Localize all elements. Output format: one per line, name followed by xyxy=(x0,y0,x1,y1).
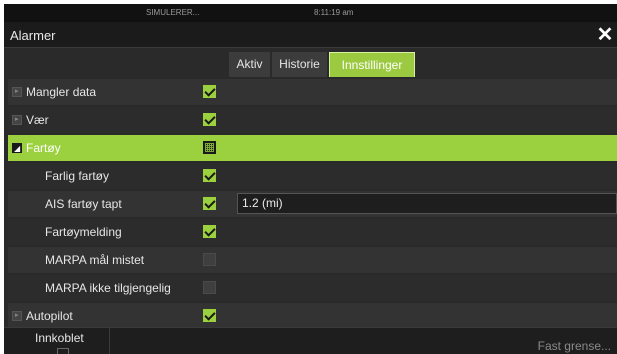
title-bar: Alarmer ✕ xyxy=(4,22,617,48)
collapse-arrow-icon[interactable]: ◢ xyxy=(12,143,22,153)
expand-arrow-icon[interactable]: ▸ xyxy=(12,87,22,97)
list-item-marpa-ikke-tilgjengelig[interactable]: MARPA ikke tilgjengelig xyxy=(8,275,617,301)
list-item-fartoy[interactable]: ◢ Fartøy xyxy=(8,135,617,161)
tab-bar: Aktiv Historie Innstillinger xyxy=(4,49,617,78)
row-label: Farlig fartøy xyxy=(45,169,110,183)
limit-value-field[interactable]: 1.2 (mi) xyxy=(237,193,617,214)
tab-innstillinger[interactable]: Innstillinger xyxy=(329,52,415,77)
enable-checkbox[interactable] xyxy=(203,169,216,182)
enabled-toggle[interactable]: Innkoblet xyxy=(9,328,110,354)
list-item-autopilot[interactable]: ▸ Autopilot xyxy=(8,303,617,329)
tab-aktiv[interactable]: Aktiv xyxy=(229,52,270,77)
alarms-window: SIMULERER... 8:11:19 am Alarmer ✕ Aktiv … xyxy=(4,4,617,354)
bottom-bar: Innkoblet Fast grense... xyxy=(4,327,617,354)
simulation-indicator: SIMULERER... xyxy=(146,8,200,17)
row-label: Mangler data xyxy=(26,85,97,99)
row-label: Fartøy xyxy=(26,141,61,155)
status-bar: SIMULERER... 8:11:19 am xyxy=(4,4,617,22)
row-label: MARPA mål mistet xyxy=(45,253,145,267)
fixed-limit-button[interactable]: Fast grense... xyxy=(538,339,611,353)
window-title: Alarmer xyxy=(10,28,56,43)
enable-checkbox[interactable] xyxy=(203,113,216,126)
enable-checkbox[interactable] xyxy=(203,197,216,210)
list-item-farlig-fartoy[interactable]: Farlig fartøy xyxy=(8,163,617,189)
row-label: AIS fartøy tapt xyxy=(45,197,122,211)
expand-arrow-icon[interactable]: ▸ xyxy=(12,115,22,125)
partial-checkbox[interactable] xyxy=(203,141,216,154)
list-item-marpa-mal-mistet[interactable]: MARPA mål mistet xyxy=(8,247,617,273)
expand-arrow-icon[interactable]: ▸ xyxy=(12,311,22,321)
row-label: Fartøymelding xyxy=(45,225,122,239)
row-label: MARPA ikke tilgjengelig xyxy=(45,281,171,295)
row-label: Vær xyxy=(26,113,49,127)
close-icon[interactable]: ✕ xyxy=(595,25,615,45)
list-item-vaer[interactable]: ▸ Vær xyxy=(8,107,617,133)
enabled-label: Innkoblet xyxy=(35,331,84,345)
list-item-ais-fartoy-tapt[interactable]: AIS fartøy tapt 1.2 (mi) xyxy=(8,191,617,217)
enabled-checkbox[interactable] xyxy=(57,348,69,354)
list-item-mangler-data[interactable]: ▸ Mangler data xyxy=(8,79,617,105)
enable-checkbox[interactable] xyxy=(203,309,216,322)
enable-checkbox[interactable] xyxy=(203,85,216,98)
clock: 8:11:19 am xyxy=(314,8,354,17)
enable-checkbox[interactable] xyxy=(203,253,216,266)
enable-checkbox[interactable] xyxy=(203,225,216,238)
enable-checkbox[interactable] xyxy=(203,281,216,294)
list-item-fartoymelding[interactable]: Fartøymelding xyxy=(8,219,617,245)
tab-historie[interactable]: Historie xyxy=(272,52,327,77)
row-label: Autopilot xyxy=(26,309,73,323)
